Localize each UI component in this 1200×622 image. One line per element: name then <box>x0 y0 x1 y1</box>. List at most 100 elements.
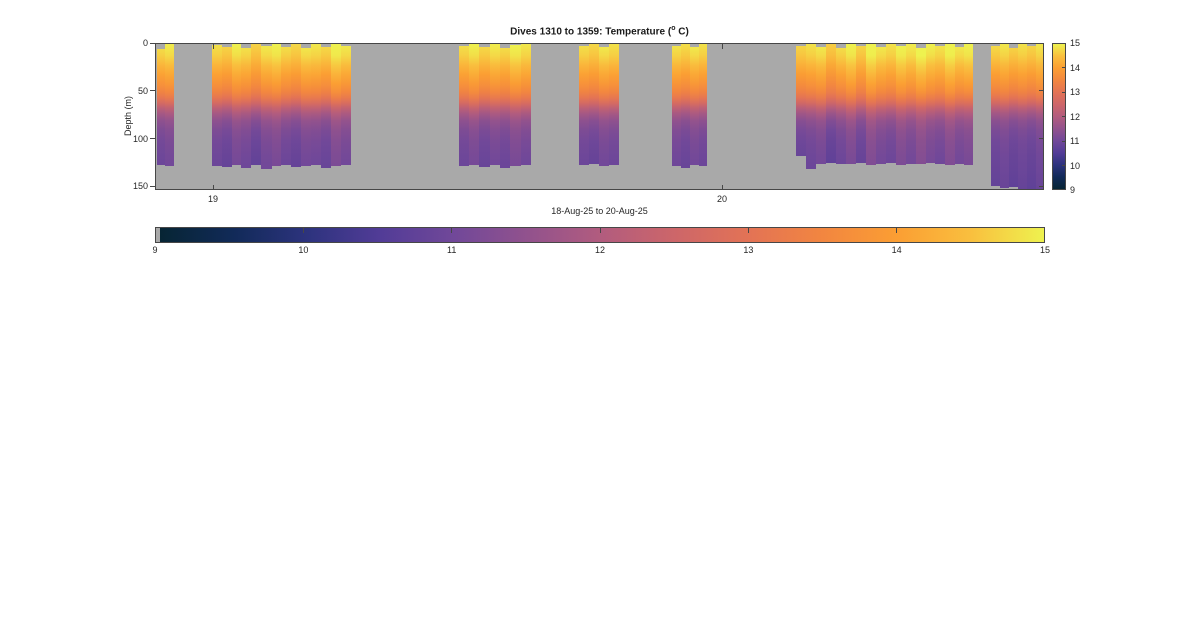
dive-column <box>261 46 272 169</box>
dive-column <box>816 47 826 164</box>
dive-column <box>500 48 510 169</box>
dive-column <box>672 46 681 167</box>
colorbar-right-tick-label: 10 <box>1070 161 1080 171</box>
dive-column <box>157 49 165 166</box>
axis-tick <box>748 228 749 233</box>
axis-tick <box>213 44 214 49</box>
y-tick-label: 150 <box>122 181 148 191</box>
dive-column <box>681 44 690 168</box>
dive-column <box>599 47 609 167</box>
colorbar-bottom-tick-label: 10 <box>291 245 315 255</box>
axis-tick <box>600 228 601 233</box>
dive-column <box>836 48 846 165</box>
colorbar-right-tick-label: 11 <box>1070 136 1079 146</box>
axis-tick <box>1062 67 1066 68</box>
dive-column <box>469 44 479 165</box>
dive-column <box>272 44 281 166</box>
dive-column <box>1000 44 1009 188</box>
dive-column <box>1027 46 1036 190</box>
axis-tick <box>303 228 304 233</box>
dive-column <box>490 44 500 165</box>
axis-tick <box>1039 90 1044 91</box>
dive-column <box>459 46 469 167</box>
dive-column <box>955 47 964 164</box>
dive-column <box>589 44 599 164</box>
dive-column <box>232 44 241 165</box>
axis-tick <box>1039 138 1044 139</box>
plot-title: Dives 1310 to 1359: Temperature (o C) <box>155 25 1044 37</box>
y-axis-label: Depth (m) <box>123 96 133 136</box>
dive-column <box>690 47 699 166</box>
dive-column <box>876 47 886 164</box>
dive-column <box>826 44 836 163</box>
axis-tick <box>722 44 723 49</box>
colorbar-bottom-tick-label: 9 <box>143 245 167 255</box>
colorbar-bottom-tick-label: 11 <box>440 245 464 255</box>
x-axis-label: 18-Aug-25 to 20-Aug-25 <box>155 206 1044 216</box>
colorbar-right-tick-label: 9 <box>1070 185 1075 195</box>
dive-column <box>964 44 973 165</box>
dive-column <box>896 46 906 165</box>
dive-column <box>251 44 261 165</box>
colorbar-bottom-tick-label: 12 <box>588 245 612 255</box>
colorbar-bottom-tick-label: 13 <box>736 245 760 255</box>
axis-tick <box>150 186 155 187</box>
x-tick-label: 20 <box>707 194 737 204</box>
dive-column <box>926 44 935 163</box>
dive-column <box>311 44 321 165</box>
dive-column <box>1018 44 1027 190</box>
axis-tick <box>1062 92 1066 93</box>
dive-column <box>866 44 876 165</box>
dive-column <box>301 48 311 167</box>
dive-column <box>291 44 301 167</box>
plot-title-text: Dives 1310 to 1359: Temperature ( <box>510 26 671 37</box>
axis-tick <box>722 185 723 190</box>
dive-column <box>321 47 331 168</box>
dive-column <box>991 46 1000 187</box>
dive-column <box>241 48 251 169</box>
axis-tick <box>1062 141 1066 142</box>
dive-column <box>796 46 806 156</box>
plot-title-unit: C) <box>675 26 688 37</box>
colorbar-bottom-tick-label: 15 <box>1033 245 1057 255</box>
dive-column <box>341 46 351 166</box>
colorbar-right-tick-label: 15 <box>1070 38 1080 48</box>
dive-column <box>935 46 945 164</box>
dive-column <box>212 45 222 166</box>
x-tick-label: 19 <box>198 194 228 204</box>
axis-tick <box>451 228 452 233</box>
dive-column <box>521 44 531 165</box>
y-tick-label: 50 <box>122 86 148 96</box>
dive-column <box>331 44 341 166</box>
dive-column <box>1036 44 1044 190</box>
axis-tick <box>150 90 155 91</box>
dive-column <box>856 46 866 163</box>
dive-column <box>222 47 232 168</box>
axis-tick <box>1062 116 1066 117</box>
dive-column <box>886 44 896 163</box>
dive-column <box>579 46 589 166</box>
colorbar-right-tick-label: 12 <box>1070 112 1080 122</box>
axis-tick <box>150 43 155 44</box>
heatmap-plot-area <box>155 43 1044 190</box>
dive-column <box>906 44 916 164</box>
axis-tick <box>1062 165 1066 166</box>
dive-column <box>1009 48 1018 188</box>
colorbar-gradient <box>160 228 1044 242</box>
axis-tick <box>150 138 155 139</box>
dive-column <box>846 44 856 164</box>
colorbar-bottom-tick-label: 14 <box>885 245 909 255</box>
y-tick-label: 0 <box>122 38 148 48</box>
dive-column <box>916 48 926 165</box>
axis-tick <box>213 185 214 190</box>
axis-tick <box>896 228 897 233</box>
figure-canvas: Dives 1310 to 1359: Temperature (o C) De… <box>0 0 1200 622</box>
dive-column <box>479 47 490 168</box>
axis-tick <box>1039 186 1044 187</box>
colorbar-right-tick-label: 14 <box>1070 63 1080 73</box>
dive-column <box>510 45 521 166</box>
y-tick-label: 100 <box>122 134 148 144</box>
dive-column <box>281 47 291 166</box>
dive-column <box>165 44 174 166</box>
dive-column <box>945 44 955 165</box>
